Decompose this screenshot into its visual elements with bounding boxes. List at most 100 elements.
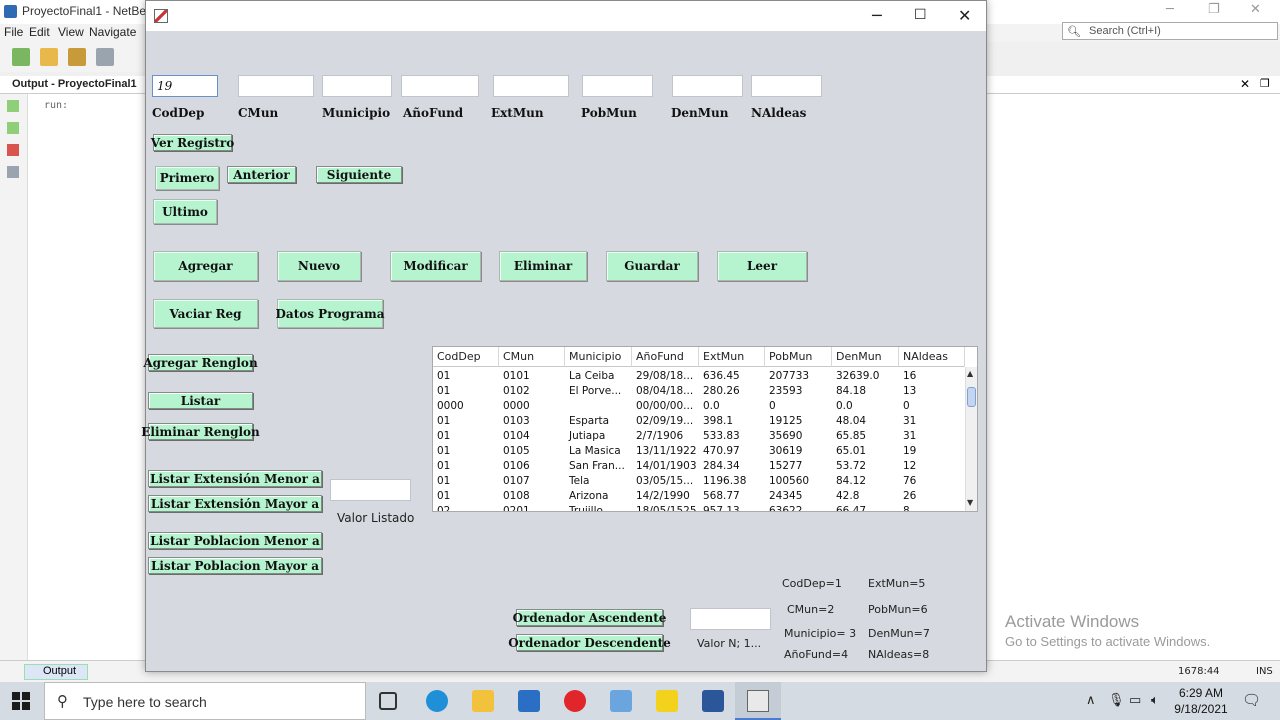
th-municipio[interactable]: Municipio xyxy=(565,347,632,367)
settings-icon[interactable] xyxy=(7,166,19,178)
window-minimize-icon[interactable]: ─ xyxy=(872,6,882,25)
table-row[interactable]: 01 0101 La Ceiba 29/08/18... 636.45 207733 326… xyxy=(433,369,965,384)
taskbar-search-placeholder: Type here to search xyxy=(83,694,207,710)
ordenador-ascendente-button[interactable]: Ordenador Ascendente xyxy=(513,609,666,626)
menu-edit[interactable]: Edit xyxy=(29,25,50,39)
extmun-input[interactable] xyxy=(493,75,569,97)
new-project-icon[interactable] xyxy=(12,48,30,66)
table-cell: 65.85 xyxy=(836,430,867,442)
eliminar-button[interactable]: Eliminar xyxy=(499,251,587,281)
modificar-button[interactable]: Modificar xyxy=(390,251,481,281)
scroll-down-icon[interactable]: ▼ xyxy=(967,498,973,507)
cmun-input[interactable] xyxy=(238,75,314,97)
vaciar-reg-button[interactable]: Vaciar Reg xyxy=(153,299,258,328)
notifications-icon[interactable]: 🗨︎ xyxy=(1242,691,1261,709)
ver-registro-button[interactable]: Ver Registro xyxy=(151,134,234,151)
output-tab-header[interactable]: Output - ProyectoFinal1 xyxy=(0,76,145,94)
table-row[interactable]: 01 0107 Tela 03/05/15... 1196.38 100560 84.12 7… xyxy=(433,474,965,489)
th-extmun[interactable]: ExtMun xyxy=(699,347,765,367)
tray-chevron-icon[interactable]: ∧ xyxy=(1086,693,1096,708)
th-anofund[interactable]: AñoFund xyxy=(632,347,699,367)
rerun-icon[interactable] xyxy=(7,100,19,112)
store-icon[interactable] xyxy=(518,690,540,712)
nuevo-button[interactable]: Nuevo xyxy=(277,251,361,281)
anofund-input[interactable] xyxy=(401,75,479,97)
th-cmun[interactable]: CMun xyxy=(499,347,565,367)
rerun-different-icon[interactable] xyxy=(7,122,19,134)
close-output-icon[interactable]: ✕ xyxy=(1240,77,1250,91)
table-row[interactable]: 01 0104 Jutiapa 2/7/1906 533.83 35690 65.85 31 xyxy=(433,429,965,444)
virtualbox-icon[interactable] xyxy=(610,690,632,712)
th-coddep[interactable]: CodDep xyxy=(433,347,499,367)
th-denmun[interactable]: DenMun xyxy=(832,347,899,367)
valor-n-input[interactable] xyxy=(690,608,771,630)
leer-button[interactable]: Leer xyxy=(717,251,807,281)
table-row[interactable]: 01 0106 San Fran... 14/01/1903 284.34 15277 53… xyxy=(433,459,965,474)
opera-icon[interactable] xyxy=(564,690,586,712)
naldeas-input[interactable] xyxy=(751,75,822,97)
task-view-icon[interactable] xyxy=(379,692,397,710)
word-icon[interactable] xyxy=(702,690,724,712)
window-close-icon[interactable]: ✕ xyxy=(958,6,971,25)
microphone-icon[interactable]: 🎙︎ xyxy=(1108,693,1125,708)
valor-listado-label: Valor Listado xyxy=(337,511,415,525)
listar-poblacion-menor-button[interactable]: Listar Poblacion Menor a xyxy=(148,532,322,549)
table-row[interactable]: 02 0201 Trujillo 18/05/1525 957.13 63622 66.47… xyxy=(433,504,965,511)
java-app-taskbar-button[interactable] xyxy=(735,682,781,720)
network-icon[interactable]: ▭ xyxy=(1129,693,1141,708)
table-scrollbar[interactable]: ▲ ▼ xyxy=(965,367,977,511)
netbeans-search-input[interactable]: 🔍︎ Search (Ctrl+I) xyxy=(1062,22,1278,40)
windows-start-icon[interactable] xyxy=(12,692,30,710)
maximize-output-icon[interactable]: ❐ xyxy=(1260,77,1270,90)
table-cell: La Masica xyxy=(569,445,621,457)
file-explorer-icon[interactable] xyxy=(472,690,494,712)
primero-button[interactable]: Primero xyxy=(155,166,219,190)
eliminar-renglon-button[interactable]: Eliminar Renglon xyxy=(141,423,260,440)
taskbar-search-input[interactable]: ⚲ Type here to search xyxy=(44,682,366,720)
listar-poblacion-mayor-button[interactable]: Listar Poblacion Mayor a xyxy=(148,557,322,574)
listar-extension-mayor-button[interactable]: Listar Extensión Mayor a xyxy=(148,495,322,512)
table-cell: 08/04/18... xyxy=(636,385,694,397)
coddep-input[interactable]: 19 xyxy=(152,75,218,97)
listar-button[interactable]: Listar xyxy=(148,392,253,409)
th-pobmun[interactable]: PobMun xyxy=(765,347,832,367)
table-row[interactable]: 01 0102 El Porve... 08/04/18... 280.26 23593 8… xyxy=(433,384,965,399)
siguiente-button[interactable]: Siguiente xyxy=(316,166,402,183)
agregar-button[interactable]: Agregar xyxy=(153,251,258,281)
table-row[interactable]: 01 0105 La Masica 13/11/1922 470.97 30619 65.0… xyxy=(433,444,965,459)
taskbar-clock[interactable]: 6:29 AM 9/18/2021 xyxy=(1166,685,1236,717)
sticky-notes-icon[interactable] xyxy=(656,690,678,712)
menu-navigate[interactable]: Navigate xyxy=(89,25,136,39)
agregar-renglon-button[interactable]: Agregar Renglon xyxy=(143,354,258,371)
close-icon[interactable]: ✕ xyxy=(1250,2,1261,17)
table-row[interactable]: 01 0108 Arizona 14/2/1990 568.77 24345 42.8 26 xyxy=(433,489,965,504)
volume-icon[interactable]: 🔈︎ xyxy=(1151,693,1159,708)
municipios-table[interactable]: CodDep CMun Municipio AñoFund ExtMun Pob… xyxy=(432,346,978,512)
table-row[interactable]: 01 0103 Esparta 02/09/19... 398.1 19125 48.04 3… xyxy=(433,414,965,429)
scroll-up-icon[interactable]: ▲ xyxy=(967,369,973,378)
ultimo-button[interactable]: Ultimo xyxy=(153,199,217,224)
anterior-button[interactable]: Anterior xyxy=(227,166,296,183)
edge-icon[interactable] xyxy=(426,690,448,712)
ordenador-descendente-button[interactable]: Ordenador Descendente xyxy=(508,634,671,651)
th-naldeas[interactable]: NAldeas xyxy=(899,347,965,367)
datos-programa-button[interactable]: Datos Programa xyxy=(276,299,385,328)
municipio-input[interactable] xyxy=(322,75,392,97)
open-project-icon[interactable] xyxy=(68,48,86,66)
stop-icon[interactable] xyxy=(7,144,19,156)
denmun-input[interactable] xyxy=(672,75,743,97)
window-maximize-icon[interactable]: ☐ xyxy=(914,7,927,23)
save-all-icon[interactable] xyxy=(96,48,114,66)
menu-file[interactable]: File xyxy=(4,25,23,39)
new-file-icon[interactable] xyxy=(40,48,58,66)
pobmun-input[interactable] xyxy=(582,75,653,97)
status-output-tab[interactable]: Output xyxy=(24,664,88,680)
menu-view[interactable]: View xyxy=(58,25,84,39)
minimize-icon[interactable]: ─ xyxy=(1166,2,1174,17)
guardar-button[interactable]: Guardar xyxy=(606,251,698,281)
scroll-thumb[interactable] xyxy=(967,387,976,407)
valor-listado-input[interactable] xyxy=(330,479,411,501)
listar-extension-menor-button[interactable]: Listar Extensión Menor a xyxy=(148,470,322,487)
table-row[interactable]: 0000 0000 00/00/00... 0.0 0 0.0 0 xyxy=(433,399,965,414)
restore-icon[interactable]: ❐ xyxy=(1208,2,1220,17)
